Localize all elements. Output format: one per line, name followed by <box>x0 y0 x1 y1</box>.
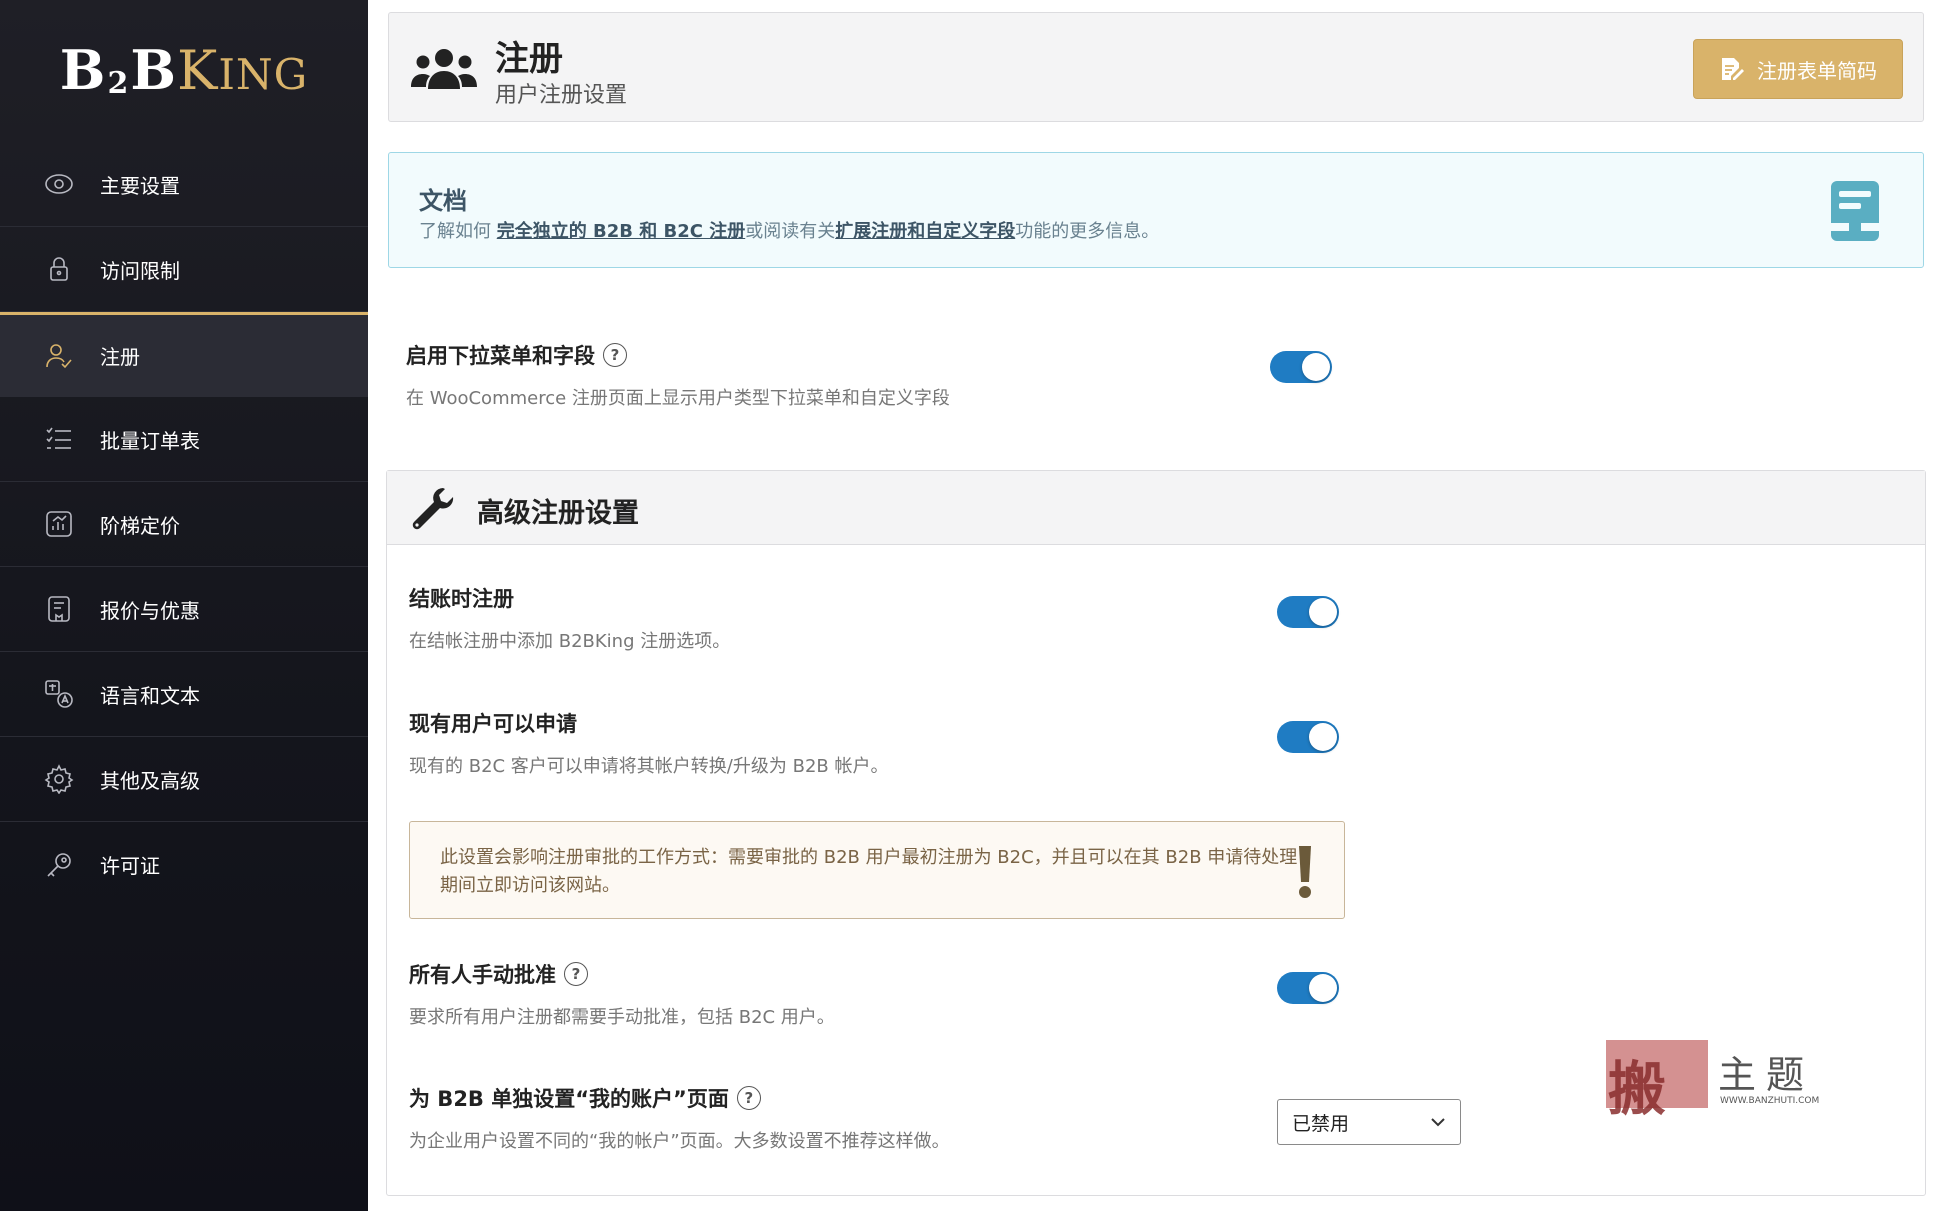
sidebar-item-label: 访问限制 <box>100 258 180 283</box>
toggle-knob <box>1302 353 1330 381</box>
enable-dropdown-setting: 启用下拉菜单和字段? 在 WooCommerce 注册页面上显示用户类型下拉菜单… <box>406 340 950 410</box>
doc-link-custom-fields[interactable]: 扩展注册和自定义字段 <box>835 221 1015 242</box>
sidebar-item-label: 阶梯定价 <box>100 513 180 538</box>
setting-description: 现有的 B2C 客户可以申请将其帐户转换/升级为 B2B 帐户。 <box>409 756 889 777</box>
exclamation-icon <box>1299 846 1311 898</box>
setting-title: 启用下拉菜单和字段 <box>406 344 595 368</box>
watermark-char: 搬 <box>1608 1055 1667 1123</box>
watermark-text: 主题 <box>1718 1053 1815 1097</box>
help-icon[interactable]: ? <box>564 962 588 986</box>
brand-wordmark: B2BKING <box>59 38 309 102</box>
select-value: 已禁用 <box>1292 1112 1350 1135</box>
b2b-my-account-setting: 为 B2B 单独设置“我的账户”页面? 为企业用户设置不同的“我的帐户”页面。大… <box>409 1083 950 1153</box>
gear-icon <box>44 764 74 794</box>
warning-text: 此设置会影响注册审批的工作方式：需要审批的 B2B 用户最初注册为 B2C，并且… <box>440 847 1298 896</box>
checkout-registration-toggle[interactable] <box>1277 596 1339 628</box>
sidebar-item-label: 主要设置 <box>100 173 180 198</box>
sidebar-item-label: 批量订单表 <box>100 428 200 453</box>
sidebar-item-main-settings[interactable]: 主要设置 <box>0 142 368 227</box>
watermark: 搬 主题 WWW.BANZHUTI.COM <box>1606 1040 1846 1123</box>
sidebar-item-label: 许可证 <box>100 854 160 878</box>
sidebar-nav: 主要设置 访问限制 注册 批量订单表 阶梯定价 报价与优惠 语言和文本 其他及高… <box>0 142 368 907</box>
sidebar-item-label: 其他及高级 <box>100 768 200 793</box>
help-icon[interactable]: ? <box>736 1086 761 1110</box>
existing-users-apply-toggle[interactable] <box>1277 721 1339 753</box>
my-account-page-select[interactable]: 已禁用 <box>1277 1099 1461 1145</box>
manual-approval-setting: 所有人手动批准? 要求所有用户注册都需要手动批准，包括 B2C 用户。 <box>409 959 835 1029</box>
document-edit-icon <box>1722 58 1744 80</box>
user-check-icon <box>44 341 74 371</box>
sidebar-item-access-restriction[interactable]: 访问限制 <box>0 227 368 312</box>
chevron-down-icon <box>1431 1118 1445 1127</box>
setting-title: 结账时注册 <box>409 587 514 611</box>
advanced-section-header: 高级注册设置 <box>387 471 1925 545</box>
sidebar: B2BKING 主要设置 访问限制 注册 批量订单表 阶梯定价 报价与优惠 语言… <box>0 0 368 1211</box>
key-icon <box>44 850 74 880</box>
advanced-section-title: 高级注册设置 <box>477 498 639 529</box>
users-icon <box>411 49 477 89</box>
documentation-text: 了解如何 完全独立的 B2B 和 B2C 注册或阅读有关扩展注册和自定义字段功能… <box>419 217 1159 243</box>
documentation-title: 文档 <box>419 187 467 215</box>
setting-description: 为企业用户设置不同的“我的帐户”页面。大多数设置不推荐这样做。 <box>409 1131 950 1152</box>
documentation-notice: 文档 了解如何 完全独立的 B2B 和 B2C 注册或阅读有关扩展注册和自定义字… <box>388 152 1924 268</box>
sidebar-item-other-advanced[interactable]: 其他及高级 <box>0 737 368 822</box>
shortcode-button-label: 注册表单简码 <box>1757 58 1877 83</box>
doc-text-part: 或阅读有关 <box>745 221 836 242</box>
toggle-knob <box>1309 723 1337 751</box>
sidebar-item-label: 注册 <box>100 345 140 369</box>
enable-dropdown-toggle[interactable] <box>1270 351 1332 383</box>
existing-users-apply-setting: 现有用户可以申请 现有的 B2C 客户可以申请将其帐户转换/升级为 B2B 帐户… <box>409 708 888 778</box>
setting-description: 在 WooCommerce 注册页面上显示用户类型下拉菜单和自定义字段 <box>406 388 950 409</box>
sidebar-item-language[interactable]: 语言和文本 <box>0 652 368 737</box>
setting-description: 在结帐注册中添加 B2BKing 注册选项。 <box>409 631 731 652</box>
setting-title: 现有用户可以申请 <box>409 712 577 736</box>
toggle-knob <box>1309 974 1337 1002</box>
sidebar-item-registration[interactable]: 注册 <box>0 312 368 397</box>
setting-title: 为 B2B 单独设置“我的账户”页面 <box>409 1087 729 1111</box>
sidebar-item-tiered-pricing[interactable]: 阶梯定价 <box>0 482 368 567</box>
list-icon <box>44 424 74 454</box>
lock-icon <box>44 254 74 284</box>
doc-link-separate-registration[interactable]: 完全独立的 B2B 和 B2C 注册 <box>497 221 745 242</box>
manual-approval-toggle[interactable] <box>1277 972 1339 1004</box>
sidebar-item-bulk-order[interactable]: 批量订单表 <box>0 397 368 482</box>
sidebar-item-label: 报价与优惠 <box>100 598 200 623</box>
setting-description: 要求所有用户注册都需要手动批准，包括 B2C 用户。 <box>409 1007 835 1028</box>
watermark-url: WWW.BANZHUTI.COM <box>1720 1096 1820 1106</box>
page-title: 注册 <box>495 39 563 79</box>
setting-title: 所有人手动批准 <box>409 963 556 987</box>
chart-icon <box>44 509 74 539</box>
eye-icon <box>44 169 74 199</box>
sidebar-item-offers[interactable]: 报价与优惠 <box>0 567 368 652</box>
approval-warning-notice: 此设置会影响注册审批的工作方式：需要审批的 B2B 用户最初注册为 B2C，并且… <box>409 821 1345 919</box>
page-header: 注册 用户注册设置 注册表单简码 <box>388 12 1924 122</box>
help-icon[interactable]: ? <box>603 343 627 367</box>
doc-text-part: 了解如何 <box>419 221 497 242</box>
registration-shortcode-button[interactable]: 注册表单简码 <box>1693 39 1903 99</box>
sidebar-item-label: 语言和文本 <box>100 683 200 708</box>
checkout-registration-setting: 结账时注册 在结帐注册中添加 B2BKing 注册选项。 <box>409 583 730 653</box>
wrench-icon <box>412 488 454 530</box>
toggle-knob <box>1309 598 1337 626</box>
doc-text-part: 功能的更多信息。 <box>1015 221 1160 242</box>
page-subtitle: 用户注册设置 <box>495 83 628 108</box>
sidebar-item-license[interactable]: 许可证 <box>0 822 368 907</box>
book-icon <box>1831 181 1879 241</box>
translate-icon <box>44 679 74 709</box>
brand-logo[interactable]: B2BKING <box>0 0 368 140</box>
document-icon <box>44 594 74 624</box>
